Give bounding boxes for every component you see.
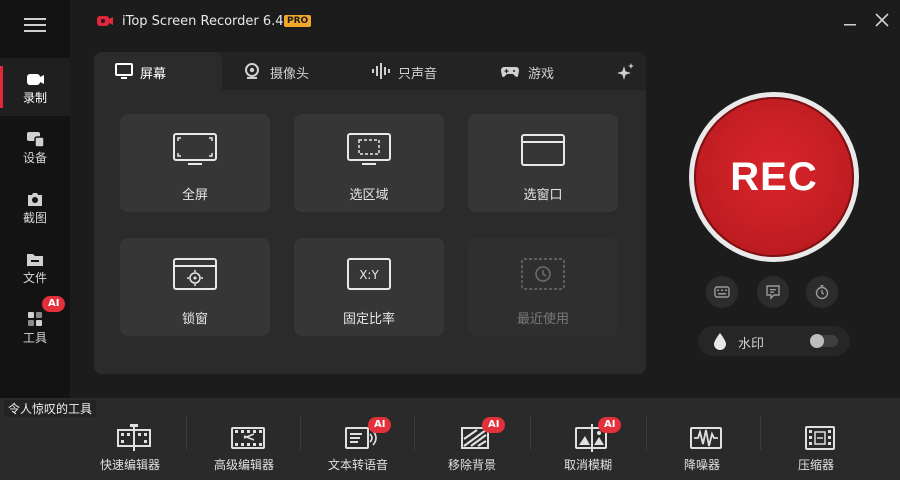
webcam-icon — [245, 63, 259, 79]
aspect-ratio-icon: X:Y — [347, 258, 391, 290]
denoise-wave-icon — [690, 427, 722, 449]
keyboard-shortcut-button[interactable] — [706, 276, 738, 308]
sidebar-item-devices[interactable]: 设备 — [0, 118, 70, 176]
mode-fixed-ratio[interactable]: X:Y 固定比率 — [294, 238, 444, 336]
camera-icon — [28, 193, 42, 206]
pro-badge: PRO — [284, 15, 312, 27]
caption-button[interactable] — [757, 276, 789, 308]
divider — [646, 416, 647, 450]
tool-label: 移除背景 — [447, 458, 496, 472]
mode-select-region[interactable]: 选区域 — [294, 114, 444, 212]
tab-label: 只声音 — [398, 67, 438, 82]
sidebar-item-files[interactable]: 文件 — [0, 238, 70, 296]
divider — [530, 416, 531, 450]
mode-select-window[interactable]: 选窗口 — [468, 114, 618, 212]
sidebar-item-label: 文件 — [22, 271, 47, 285]
mode-label: 选区域 — [349, 188, 389, 203]
tool-label: 高级编辑器 — [213, 458, 274, 472]
stopwatch-icon — [815, 285, 829, 300]
tool-compressor[interactable]: 压缩器 — [766, 410, 866, 476]
divider — [300, 416, 301, 450]
watermark-toggle[interactable] — [810, 334, 838, 348]
tool-denoiser[interactable]: 降噪器 — [652, 410, 752, 476]
tool-label: 降噪器 — [683, 458, 720, 472]
divider — [186, 416, 187, 450]
tool-advanced-editor[interactable]: 高级编辑器 — [194, 410, 294, 476]
tab-audio-only[interactable]: 只声音 — [354, 52, 474, 90]
ai-badge: AI — [42, 296, 66, 312]
tab-game[interactable]: 游戏 — [484, 52, 594, 90]
ai-badge: AI — [368, 417, 392, 433]
sidebar-item-label: 设备 — [22, 151, 47, 165]
message-icon — [766, 285, 780, 300]
tab-label: 游戏 — [528, 67, 555, 82]
tab-webcam[interactable]: 摄像头 — [224, 52, 344, 90]
tool-unblur[interactable]: 取消模糊 AI — [538, 410, 638, 476]
hamburger-menu-icon[interactable] — [22, 14, 48, 34]
mode-label: 最近使用 — [516, 312, 569, 327]
tab-label: 摄像头 — [270, 67, 310, 82]
mode-label: 锁窗 — [181, 312, 208, 327]
tools-bar: 令人惊叹的工具 快速编辑器 高级编辑器 文本转语音 AI 移除背景 AI 取消模… — [0, 398, 900, 480]
tool-label: 压缩器 — [797, 458, 834, 472]
left-sidebar: 录制 设备 截图 文件 工具 AI — [0, 0, 70, 398]
tool-label: 快速编辑器 — [99, 458, 160, 472]
rec-button[interactable]: REC — [694, 97, 854, 257]
record-camera-icon — [27, 74, 44, 85]
sparkle-icon[interactable] — [616, 62, 636, 82]
title-bar: iTop Screen Recorder 6.4 PRO — [70, 0, 900, 44]
mode-label: 全屏 — [181, 188, 208, 203]
history-icon — [521, 258, 565, 290]
tool-text-to-speech[interactable]: 文本转语音 AI — [308, 410, 408, 476]
divider — [414, 416, 415, 450]
mode-label: 固定比率 — [342, 312, 395, 327]
folder-icon — [27, 254, 43, 266]
window-icon — [521, 134, 565, 166]
sidebar-item-screenshot[interactable]: 截图 — [0, 178, 70, 236]
mode-label: 选窗口 — [523, 188, 563, 203]
app-title: iTop Screen Recorder 6.4 — [122, 14, 284, 29]
sidebar-item-label: 录制 — [22, 91, 47, 105]
devices-icon — [27, 132, 45, 148]
minimize-icon[interactable] — [840, 10, 860, 30]
mode-lock-window[interactable]: 锁窗 — [120, 238, 270, 336]
monitor-icon — [115, 63, 133, 79]
divider — [760, 416, 761, 450]
sidebar-item-label: 工具 — [22, 331, 47, 345]
sidebar-item-label: 截图 — [22, 211, 47, 225]
tool-label: 文本转语音 — [327, 458, 388, 472]
tool-remove-background[interactable]: 移除背景 AI — [422, 410, 522, 476]
ratio-text: X:Y — [359, 268, 379, 282]
quick-editor-icon — [117, 424, 151, 451]
ai-badge: AI — [482, 417, 506, 433]
sidebar-item-record[interactable]: 录制 — [0, 58, 70, 116]
timer-button[interactable] — [806, 276, 838, 308]
lock-window-icon — [173, 258, 217, 290]
rec-label: REC — [730, 155, 818, 199]
sidebar-item-tools[interactable]: 工具 AI — [0, 296, 70, 356]
mode-recently-used[interactable]: 最近使用 — [468, 238, 618, 336]
tab-label: 屏幕 — [140, 67, 167, 82]
select-region-icon — [347, 133, 391, 165]
tab-screen[interactable]: 屏幕 — [94, 52, 222, 90]
tools-grid-icon — [28, 312, 42, 326]
audio-wave-icon — [372, 63, 390, 79]
droplet-icon — [714, 333, 726, 350]
film-editor-icon — [231, 427, 265, 449]
watermark-toggle-row: 水印 — [698, 326, 850, 356]
compress-icon — [805, 426, 835, 450]
tab-bar: 屏幕 摄像头 只声音 游戏 — [94, 52, 646, 90]
toggle-knob — [810, 334, 824, 348]
mode-fullscreen[interactable]: 全屏 — [120, 114, 270, 212]
close-icon[interactable] — [872, 10, 892, 30]
keyboard-icon — [714, 286, 730, 298]
record-mode-panel: 屏幕 摄像头 只声音 游戏 全屏 选区域 选窗口 锁窗 X:Y 固定比率 最近使… — [94, 52, 646, 374]
fullscreen-icon — [173, 133, 217, 165]
watermark-label: 水印 — [738, 337, 765, 352]
gamepad-icon — [501, 67, 519, 77]
ai-badge: AI — [598, 417, 622, 433]
tool-quick-editor[interactable]: 快速编辑器 — [80, 410, 180, 476]
tool-label: 取消模糊 — [563, 458, 612, 472]
app-logo-icon — [97, 16, 113, 26]
